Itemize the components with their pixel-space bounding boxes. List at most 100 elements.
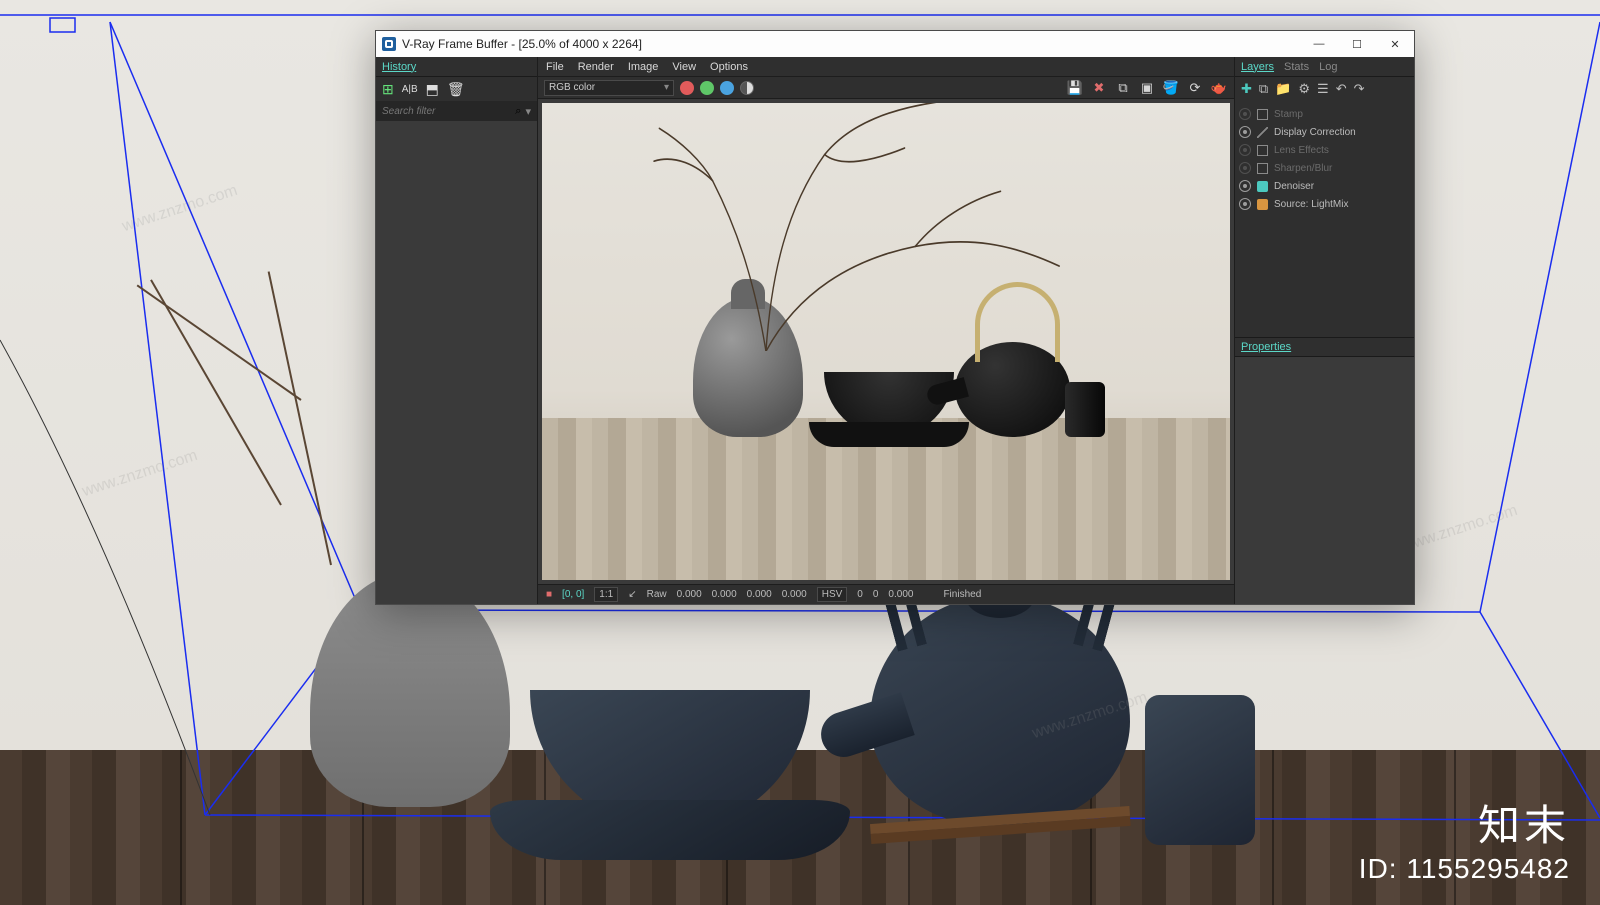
render-icon[interactable]: ▣ — [1138, 79, 1156, 97]
maximize-button[interactable]: ☐ — [1338, 31, 1376, 57]
clear-image-icon[interactable]: ✖ — [1090, 79, 1108, 97]
history-panel-title[interactable]: History — [376, 57, 537, 77]
layer-row[interactable]: Source: LightMix — [1239, 195, 1410, 213]
raw-a: 0.000 — [782, 589, 807, 600]
layer-label: Display Correction — [1274, 127, 1356, 138]
menu-bar: File Render Image View Options — [538, 57, 1234, 77]
raw-r: 0.000 — [677, 589, 702, 600]
layer-row[interactable]: Sharpen/Blur — [1239, 159, 1410, 177]
scene-cup — [1145, 695, 1255, 845]
history-ab-icon[interactable]: A|B — [402, 84, 418, 95]
history-trash-icon[interactable]: 🗑 — [447, 81, 465, 98]
site-watermark: 知末 ID: 1155295482 — [1359, 792, 1570, 885]
layer-type-icon — [1257, 199, 1268, 210]
render-state: Finished — [943, 589, 981, 600]
hsv-chip[interactable]: HSV — [817, 587, 848, 602]
tab-layers[interactable]: Layers — [1241, 61, 1274, 73]
history-save-icon[interactable]: ⊞ — [382, 81, 394, 98]
layer-row[interactable]: Display Correction — [1239, 123, 1410, 141]
layer-label: Source: LightMix — [1274, 199, 1348, 210]
eye-icon[interactable] — [1239, 144, 1251, 156]
hsv-v: 0.000 — [888, 589, 913, 600]
properties-body[interactable] — [1235, 357, 1414, 604]
scene-bowl — [530, 690, 810, 830]
layers-panel: Layers Stats Log ✚ ⧉ 📁 ⚙ ☰ ↶ ↷ Stamp Dis… — [1234, 57, 1414, 604]
eye-icon[interactable] — [1239, 180, 1251, 192]
green-channel-icon[interactable] — [700, 81, 714, 95]
region-render-icon[interactable]: ⧉ — [1114, 79, 1132, 97]
curve-icon[interactable]: ↙ — [628, 589, 636, 600]
window-titlebar[interactable]: V-Ray Frame Buffer - [25.0% of 4000 x 22… — [376, 31, 1414, 57]
eye-icon[interactable] — [1239, 108, 1251, 120]
menu-file[interactable]: File — [546, 61, 564, 73]
bucket-icon[interactable]: 🪣 — [1162, 79, 1180, 97]
layer-list: Stamp Display Correction Lens Effects Sh… — [1235, 101, 1414, 217]
settings-icon[interactable]: ⚙ — [1298, 81, 1310, 97]
layer-type-icon — [1257, 181, 1268, 192]
red-channel-icon[interactable] — [680, 81, 694, 95]
asset-id: ID: 1155295482 — [1359, 853, 1570, 885]
channel-dropdown[interactable]: RGB color — [544, 80, 674, 96]
search-icon[interactable]: ⌕ — [515, 105, 521, 118]
dup-layer-icon[interactable]: ⧉ — [1259, 81, 1268, 97]
layer-row[interactable]: Stamp — [1239, 105, 1410, 123]
raw-g: 0.000 — [712, 589, 737, 600]
alpha-channel-icon[interactable] — [740, 81, 754, 95]
hsv-s: 0 — [873, 589, 879, 600]
properties-header[interactable]: Properties — [1235, 337, 1414, 357]
history-toolbar: ⊞ A|B ⬒ 🗑 — [376, 77, 537, 101]
render-canvas-wrap — [538, 99, 1234, 584]
eye-icon[interactable] — [1239, 162, 1251, 174]
main-toolbar: RGB color 💾 ✖ ⧉ ▣ 🪣 ⟳ 🫖 — [538, 77, 1234, 99]
layer-label: Stamp — [1274, 109, 1303, 120]
minimize-button[interactable]: — — [1300, 31, 1338, 57]
hsv-h: 0 — [857, 589, 863, 600]
menu-image[interactable]: Image — [628, 61, 659, 73]
history-list[interactable] — [376, 121, 537, 604]
right-tabs: Layers Stats Log — [1235, 57, 1414, 77]
layer-type-icon — [1257, 109, 1268, 120]
menu-render[interactable]: Render — [578, 61, 614, 73]
menu-view[interactable]: View — [672, 61, 696, 73]
vray-icon — [382, 37, 396, 51]
menu-options[interactable]: Options — [710, 61, 748, 73]
layer-type-icon — [1257, 163, 1268, 174]
search-placeholder: Search filter — [382, 106, 515, 117]
layer-label: Sharpen/Blur — [1274, 163, 1332, 174]
undo-icon[interactable]: ↶ — [1336, 81, 1347, 97]
status-coord: [0, 0] — [562, 589, 584, 600]
layer-label: Lens Effects — [1274, 145, 1329, 156]
redo-icon[interactable]: ↷ — [1354, 81, 1365, 97]
tab-log[interactable]: Log — [1319, 61, 1337, 73]
eye-icon[interactable] — [1239, 126, 1251, 138]
render-canvas[interactable] — [542, 103, 1230, 580]
teapot-icon[interactable]: 🫖 — [1210, 79, 1228, 97]
brand-text: 知末 — [1359, 792, 1570, 853]
layer-label: Denoiser — [1274, 181, 1314, 192]
layer-row[interactable]: Denoiser — [1239, 177, 1410, 195]
scale-chip[interactable]: 1:1 — [594, 587, 618, 602]
add-layer-icon[interactable]: ✚ — [1241, 81, 1252, 97]
refresh-icon[interactable]: ⟳ — [1186, 79, 1204, 97]
raw-b: 0.000 — [747, 589, 772, 600]
window-title: V-Ray Frame Buffer - [25.0% of 4000 x 22… — [402, 37, 642, 51]
folder-icon[interactable]: 📁 — [1275, 81, 1291, 97]
eye-icon[interactable] — [1239, 198, 1251, 210]
vray-frame-buffer-window: V-Ray Frame Buffer - [25.0% of 4000 x 22… — [375, 30, 1415, 605]
list-icon[interactable]: ☰ — [1317, 81, 1329, 97]
status-bar: ■ [0, 0] 1:1 ↙ Raw 0.000 0.000 0.000 0.0… — [538, 584, 1234, 604]
save-image-icon[interactable]: 💾 — [1066, 79, 1084, 97]
layer-type-icon — [1257, 145, 1268, 156]
center-panel: File Render Image View Options RGB color… — [538, 57, 1234, 604]
history-load-icon[interactable]: ⬒ — [426, 81, 439, 98]
channel-value: RGB color — [549, 82, 595, 93]
tab-stats[interactable]: Stats — [1284, 61, 1309, 73]
layers-toolbar: ✚ ⧉ 📁 ⚙ ☰ ↶ ↷ — [1235, 77, 1414, 101]
history-search[interactable]: Search filter ⌕ ▾ — [376, 101, 537, 121]
close-button[interactable]: ✕ — [1376, 31, 1414, 57]
layer-type-icon — [1257, 127, 1268, 138]
raw-label: Raw — [647, 589, 667, 600]
blue-channel-icon[interactable] — [720, 81, 734, 95]
history-panel: History ⊞ A|B ⬒ 🗑 Search filter ⌕ ▾ — [376, 57, 538, 604]
layer-row[interactable]: Lens Effects — [1239, 141, 1410, 159]
